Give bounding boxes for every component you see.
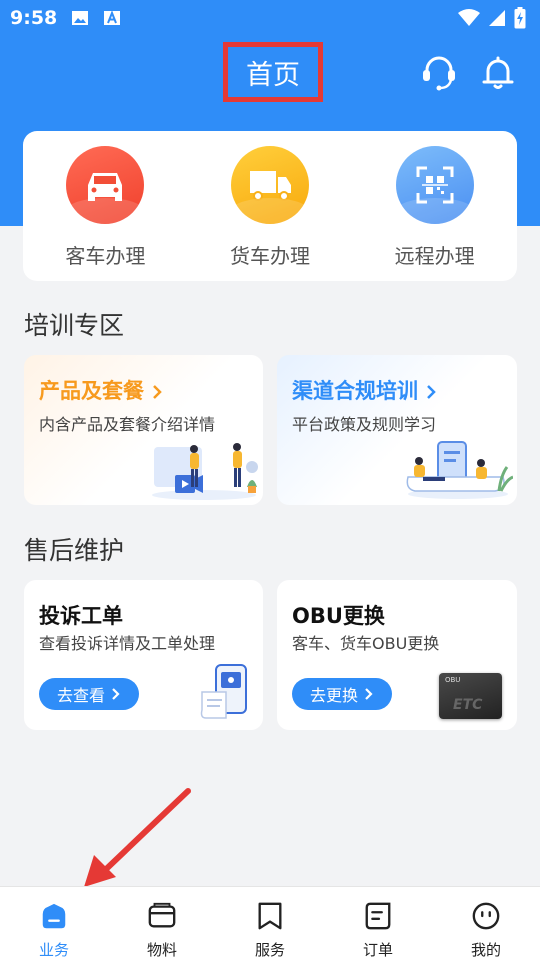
image-icon [72,11,89,25]
card-obu-replace[interactable]: OBU更换 客车、货车OBU更换 去更换 OBU ETC [277,580,517,730]
app-a-icon [104,10,121,25]
red-arrow-annotation [84,788,191,887]
chevron-right-icon [153,385,163,399]
quick-action-remote[interactable]: 远程办理 [365,146,505,281]
quick-action-label: 客车办理 [65,244,146,268]
nav-business[interactable]: 业务 [0,887,108,960]
customer-service-icon[interactable] [419,52,459,92]
nav-label: 物料 [146,941,177,959]
nav-materials[interactable]: 物料 [108,887,216,960]
training-section-title: 培训专区 [24,311,125,340]
battery-icon [514,7,526,29]
card-complaint[interactable]: 投诉工单 查看投诉详情及工单处理 去查看 [24,580,263,730]
page-title-highlight: 首页 [223,42,323,102]
wallet-icon [148,902,176,928]
card-title: 投诉工单 [39,604,123,628]
aftersales-section-title: 售后维护 [24,536,125,565]
nav-label: 服务 [254,941,285,959]
car-icon [66,146,145,224]
button-label: 去更换 [309,686,358,705]
button-label: 去查看 [56,686,105,705]
wifi-icon [458,9,480,26]
quick-actions-card: 客车办理 货车办理 远程办理 [23,131,517,281]
quick-action-label: 远程办理 [394,244,475,268]
card-products[interactable]: 产品及套餐 内含产品及套餐介绍详情 [24,355,263,505]
obu-device-illustration: OBU ETC [439,673,502,719]
truck-icon [230,146,309,224]
signal-icon [489,10,505,26]
card-subtitle: 客车、货车OBU更换 [292,634,440,653]
bottom-nav: 业务 物料 服务 订单 我的 [0,886,540,960]
card-channel-training[interactable]: 渠道合规培训 平台政策及规则学习 [277,355,517,505]
nav-label: 订单 [362,941,393,959]
presentation-illustration [152,443,258,500]
replace-button[interactable]: 去更换 [292,678,392,710]
quick-action-label: 货车办理 [229,244,310,268]
chevron-right-icon [427,385,437,399]
card-subtitle: 平台政策及规则学习 [292,415,437,434]
nav-label: 业务 [38,941,69,959]
card-title: 产品及套餐 [39,375,163,405]
nav-service[interactable]: 服务 [216,887,324,960]
chevron-right-icon [112,688,120,700]
card-subtitle: 内含产品及套餐介绍详情 [39,415,216,434]
home-icon [42,903,66,929]
status-time: 9:58 [10,7,58,29]
profile-icon [472,902,500,930]
quick-action-car[interactable]: 客车办理 [35,146,175,281]
nav-label: 我的 [470,941,501,959]
bell-icon[interactable] [478,52,518,92]
order-icon [365,902,391,930]
etc-device-label: ETC [453,697,483,713]
quick-action-truck[interactable]: 货车办理 [200,146,340,281]
card-title: OBU更换 [292,604,385,628]
nav-profile[interactable]: 我的 [432,887,540,960]
bookmark-icon [258,902,282,930]
chevron-right-icon [365,688,373,700]
view-button[interactable]: 去查看 [39,678,139,710]
qr-scan-icon [395,146,474,224]
online-training-illustration [406,441,513,499]
nav-orders[interactable]: 订单 [324,887,432,960]
status-bar: 9:58 [0,0,540,36]
card-title: 渠道合规培训 [292,375,437,405]
card-subtitle: 查看投诉详情及工单处理 [39,634,216,653]
obu-device-label: OBU [445,676,461,684]
page-title: 首页 [246,59,300,91]
work-order-phone-illustration [200,664,247,719]
